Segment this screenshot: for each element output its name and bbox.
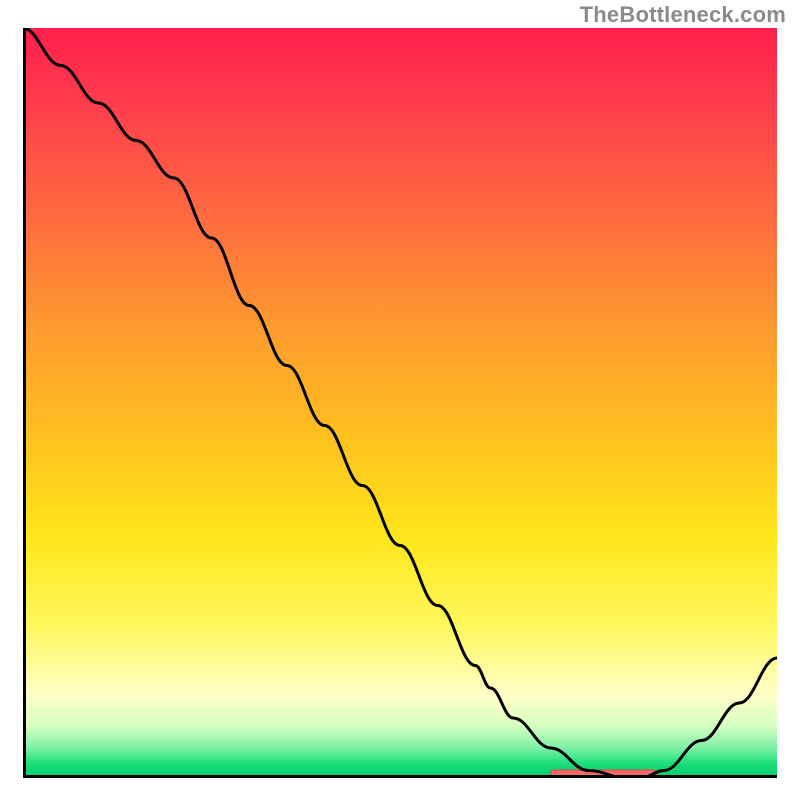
plot-area: [23, 28, 777, 778]
attribution-text: TheBottleneck.com: [580, 2, 786, 28]
chart-stage: TheBottleneck.com: [0, 0, 800, 800]
curve-layer: [23, 28, 777, 778]
bottleneck-curve: [23, 28, 777, 778]
